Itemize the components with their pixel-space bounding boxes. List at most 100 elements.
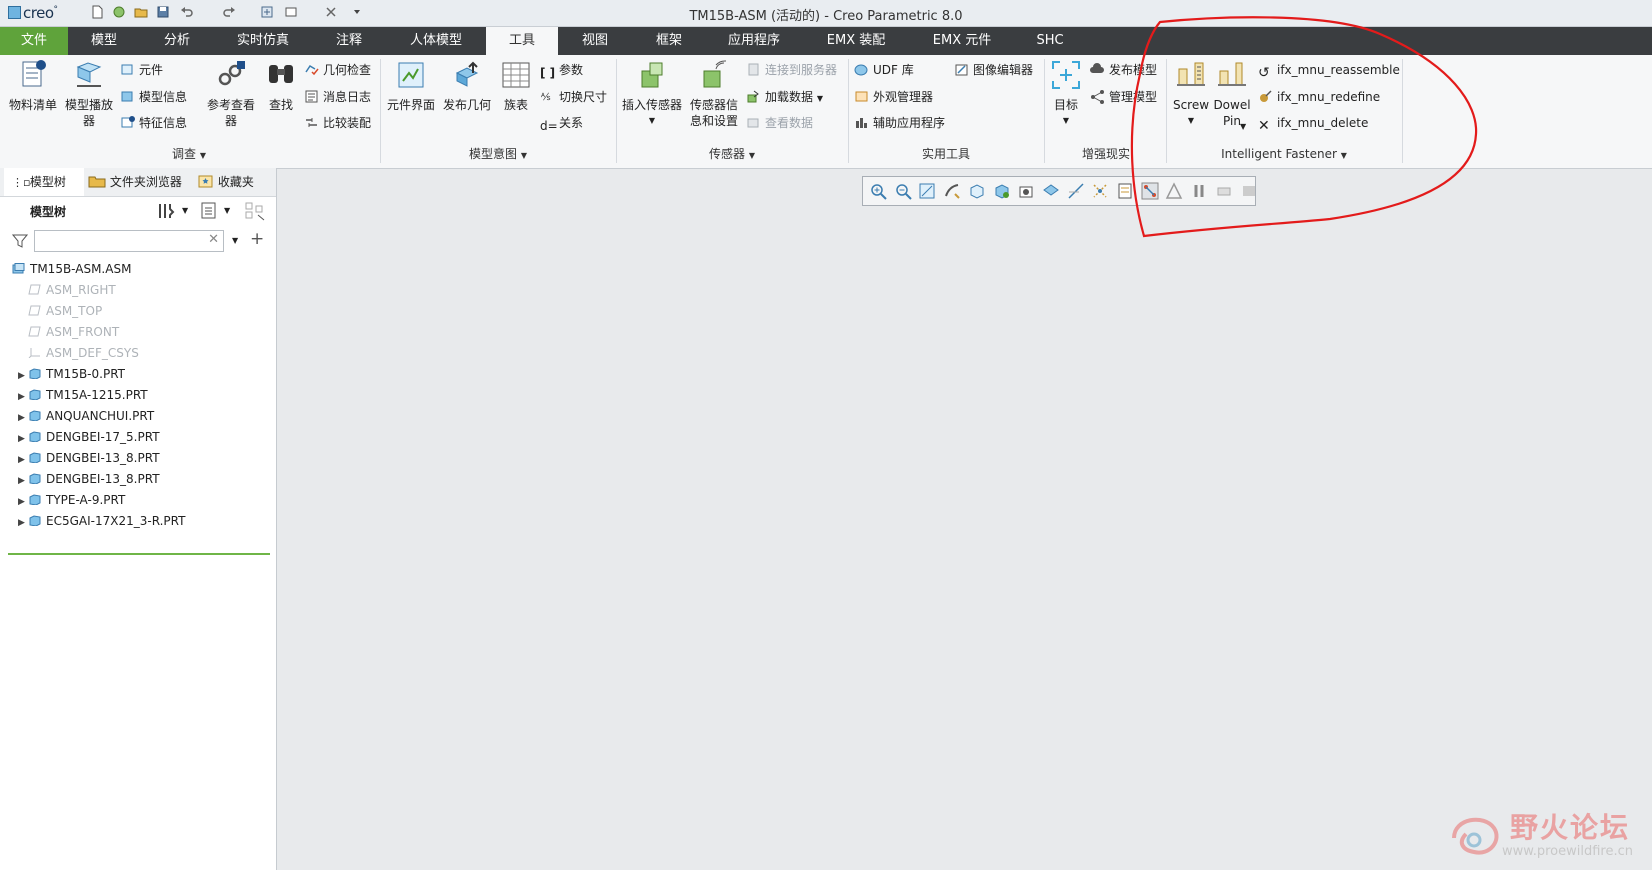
add-icon[interactable]: +	[250, 229, 264, 249]
server-icon	[748, 63, 759, 76]
reorient-icon[interactable]	[943, 182, 961, 200]
tab-model-tree-label: 模型树	[29, 175, 66, 189]
tree-item-label: ASM_DEF_CSYS	[46, 346, 139, 360]
search-input[interactable]: ✕	[34, 230, 224, 252]
component-button[interactable]: 元件	[120, 60, 163, 80]
tab-manikin[interactable]: 人体模型	[386, 27, 486, 55]
tab-view[interactable]: 视图	[558, 27, 632, 55]
bom-button[interactable]: 物料清单	[6, 59, 60, 113]
refit-icon[interactable]	[918, 182, 936, 200]
parameters-button[interactable]: [ ] 参数	[540, 60, 583, 80]
compare-assembly-label: 比较装配	[323, 116, 372, 130]
model-info-button[interactable]: 模型信息	[120, 87, 187, 107]
tab-simulation[interactable]: 实时仿真	[214, 27, 312, 55]
tree-item[interactable]: ▶ ANQUANCHUI.PRT	[0, 405, 294, 427]
expand-arrow-icon[interactable]: ▶	[18, 512, 28, 534]
spin-center-icon[interactable]	[1091, 182, 1109, 200]
reference-viewer-button[interactable]: 参考查看器	[204, 59, 258, 129]
component-interface-icon	[398, 62, 424, 88]
tab-folder-browser[interactable]: 文件夹浏览器	[84, 168, 196, 196]
tab-emx-assembly[interactable]: EMX 装配	[802, 27, 910, 55]
udf-library-button[interactable]: UDF 库	[854, 60, 914, 80]
publish-geometry-button[interactable]: 发布几何	[440, 59, 494, 113]
tree-item[interactable]: ▶ TM15B-0.PRT	[0, 363, 294, 385]
connect-server-button[interactable]: 连接到服务器	[746, 60, 837, 80]
datum-display-icon[interactable]	[1067, 182, 1085, 200]
tab-model-tree[interactable]: ⋮▫ 模型树	[4, 168, 84, 196]
tab-tools[interactable]: 工具	[486, 27, 558, 55]
filter-icon[interactable]	[12, 233, 28, 249]
message-log-button[interactable]: 消息日志	[304, 87, 371, 107]
zoom-out-icon[interactable]	[894, 182, 912, 200]
settings-dropdown-icon[interactable]: ▼	[182, 206, 188, 215]
tab-analysis[interactable]: 分析	[140, 27, 214, 55]
tree-item[interactable]: ▶ DENGBEI-17_5.PRT	[0, 426, 294, 448]
saved-views-icon[interactable]	[968, 182, 986, 200]
settings-icon[interactable]	[156, 201, 176, 221]
tab-file[interactable]: 文件	[0, 27, 68, 55]
tree-item[interactable]: ▶ DENGBEI-13_8.PRT	[0, 447, 294, 469]
tree-item[interactable]: ▶ DENGBEI-13_8.PRT	[0, 468, 294, 490]
target-icon	[1052, 61, 1080, 89]
perspective-icon[interactable]	[1017, 182, 1035, 200]
tree-item[interactable]: ▶ TYPE-A-9.PRT	[0, 489, 294, 511]
load-data-label: 加载数据	[765, 90, 814, 104]
share-icon	[1091, 90, 1104, 104]
display-style-icon[interactable]	[993, 182, 1011, 200]
tree-item-label: TM15A-1215.PRT	[46, 388, 148, 402]
image-editor-button[interactable]: 图像编辑器	[954, 60, 1033, 80]
family-table-button[interactable]: 族表	[498, 59, 534, 113]
relations-button[interactable]: d=关系	[540, 113, 583, 133]
auxiliary-applications-button[interactable]: 辅助应用程序	[854, 113, 945, 133]
investigate-group-label[interactable]: 调查 ▼	[0, 145, 378, 163]
tab-favorites[interactable]: 收藏夹	[196, 168, 274, 196]
show-dropdown-icon[interactable]: ▼	[224, 206, 230, 215]
switch-dimensions-icon: ⅍	[541, 92, 551, 103]
view-data-button[interactable]: 查看数据	[746, 113, 813, 133]
tree-item[interactable]: TM15B-ASM.ASM	[0, 258, 288, 280]
tree-item[interactable]: ▶ TM15A-1215.PRT	[0, 384, 294, 406]
find-button[interactable]: 查找	[260, 59, 302, 113]
target-dropdown-icon: ▼	[1062, 116, 1070, 125]
model-player-button[interactable]: 模型播放器	[62, 59, 116, 129]
relations-label: 关系	[559, 116, 584, 130]
tree-item[interactable]: ASM_FRONT	[0, 321, 294, 343]
component-interface-button[interactable]: 元件界面	[384, 59, 438, 113]
clear-icon[interactable]: ✕	[208, 232, 219, 247]
graphics-area[interactable]	[277, 168, 1652, 870]
tab-model[interactable]: 模型	[68, 27, 140, 55]
tree-item[interactable]: ASM_DEF_CSYS	[0, 342, 294, 364]
tab-annotate[interactable]: 注释	[312, 27, 386, 55]
zoom-in-icon[interactable]	[869, 182, 887, 200]
sensors-group-label[interactable]: 传感器 ▼	[618, 145, 846, 163]
part-icon	[29, 410, 41, 421]
model-intent-group-label[interactable]: 模型意图 ▼	[382, 145, 614, 163]
target-button[interactable]: 目标 ▼	[1048, 59, 1084, 129]
sensor-info-label: 传感器信息和设置	[689, 98, 738, 128]
insert-sensor-button[interactable]: 插入传感器 ▼	[620, 59, 684, 129]
section-icon[interactable]	[1042, 182, 1060, 200]
tree-item[interactable]: ASM_RIGHT	[0, 279, 294, 301]
part-icon	[29, 452, 41, 463]
model-info-label: 模型信息	[139, 90, 188, 104]
search-dropdown-icon[interactable]: ▼	[232, 236, 238, 245]
switch-dimensions-button[interactable]: ⅍ 切换尺寸	[540, 87, 607, 107]
model-tree-header: 模型树 ▼ ▼	[0, 198, 276, 224]
sensor-info-button[interactable]: 传感器信息和设置	[686, 59, 742, 129]
geometry-check-button[interactable]: 几何检查	[304, 60, 371, 80]
show-icon[interactable]	[200, 201, 218, 221]
tree-item[interactable]: ▶ EC5GAI-17X21_3-R.PRT	[0, 510, 294, 532]
tab-framework[interactable]: 框架	[632, 27, 706, 55]
tree-filters-icon[interactable]	[244, 201, 266, 221]
datum-plane-icon	[28, 326, 41, 337]
compare-assembly-button[interactable]: 比较装配	[304, 113, 371, 133]
feature-info-button[interactable]: 特征信息	[120, 113, 187, 133]
load-data-button[interactable]: 加载数据 ▼	[746, 87, 823, 107]
tree-item[interactable]: ASM_TOP	[0, 300, 294, 322]
image-editor-icon	[955, 64, 968, 76]
tab-emx-component[interactable]: EMX 元件	[910, 27, 1014, 55]
appearance-manager-button[interactable]: 外观管理器	[854, 87, 933, 107]
tree-item-label: ASM_TOP	[46, 304, 103, 318]
tab-shc[interactable]: SHC	[1014, 27, 1086, 55]
tab-applications[interactable]: 应用程序	[706, 27, 802, 55]
